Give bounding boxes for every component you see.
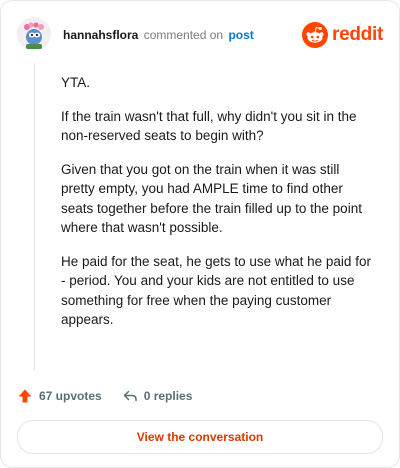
comment-paragraph: If the train wasn't that full, why didn'… [61, 108, 357, 144]
user-avatar[interactable] [17, 17, 51, 51]
upvotes-button[interactable]: 67 upvotes [17, 388, 102, 404]
reply-arrow-icon [123, 390, 137, 402]
comment-paragraph: YTA. [61, 75, 91, 90]
reddit-wordmark: reddit [332, 24, 383, 45]
comment-actions: 67 upvotes 0 replies [17, 385, 192, 407]
post-link[interactable]: post [228, 28, 253, 42]
replies-count: 0 replies [143, 389, 193, 403]
avatar-icon [17, 17, 51, 51]
thread-line [34, 63, 35, 371]
reddit-snoo-icon [302, 22, 329, 48]
comment-body: YTA. If the train wasn't that full, why … [61, 73, 373, 344]
reddit-logo[interactable]: reddit [302, 21, 383, 49]
replies-button[interactable]: 0 replies [122, 388, 193, 404]
comment-paragraph: He paid for the seat, he gets to use wha… [61, 253, 371, 328]
comment-header: hannahsflora commented on post reddit [17, 17, 383, 53]
action-text: commented on [143, 28, 224, 42]
upvotes-count: 67 upvotes [39, 389, 102, 403]
comment-paragraph: Given that you got on the train when it … [61, 161, 362, 236]
embedded-comment-card: hannahsflora commented on post reddit YT… [0, 0, 400, 468]
author-username[interactable]: hannahsflora [63, 28, 138, 42]
view-conversation-button[interactable]: View the conversation [17, 420, 383, 454]
comment-meta: hannahsflora commented on post [63, 27, 254, 43]
upvote-arrow-icon [18, 389, 32, 403]
